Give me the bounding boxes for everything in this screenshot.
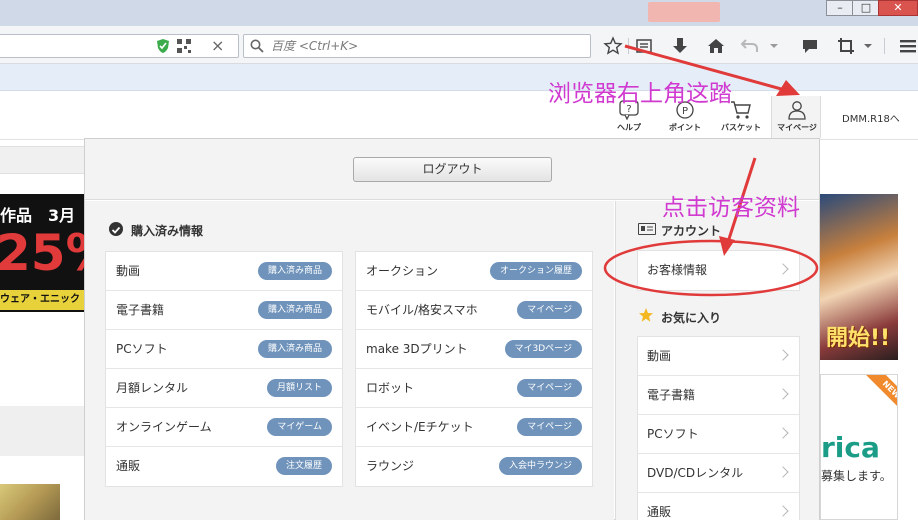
highlight-ellipse xyxy=(603,239,819,297)
arrow-head-click xyxy=(719,236,735,256)
annotation-click: 点击访客资料 xyxy=(662,195,800,221)
browser-window: { "browser": { "search_placeholder": "百度… xyxy=(0,0,918,520)
annotation-overlay xyxy=(603,44,819,297)
annotation-top: 浏览器右上角这踏 xyxy=(548,81,732,107)
